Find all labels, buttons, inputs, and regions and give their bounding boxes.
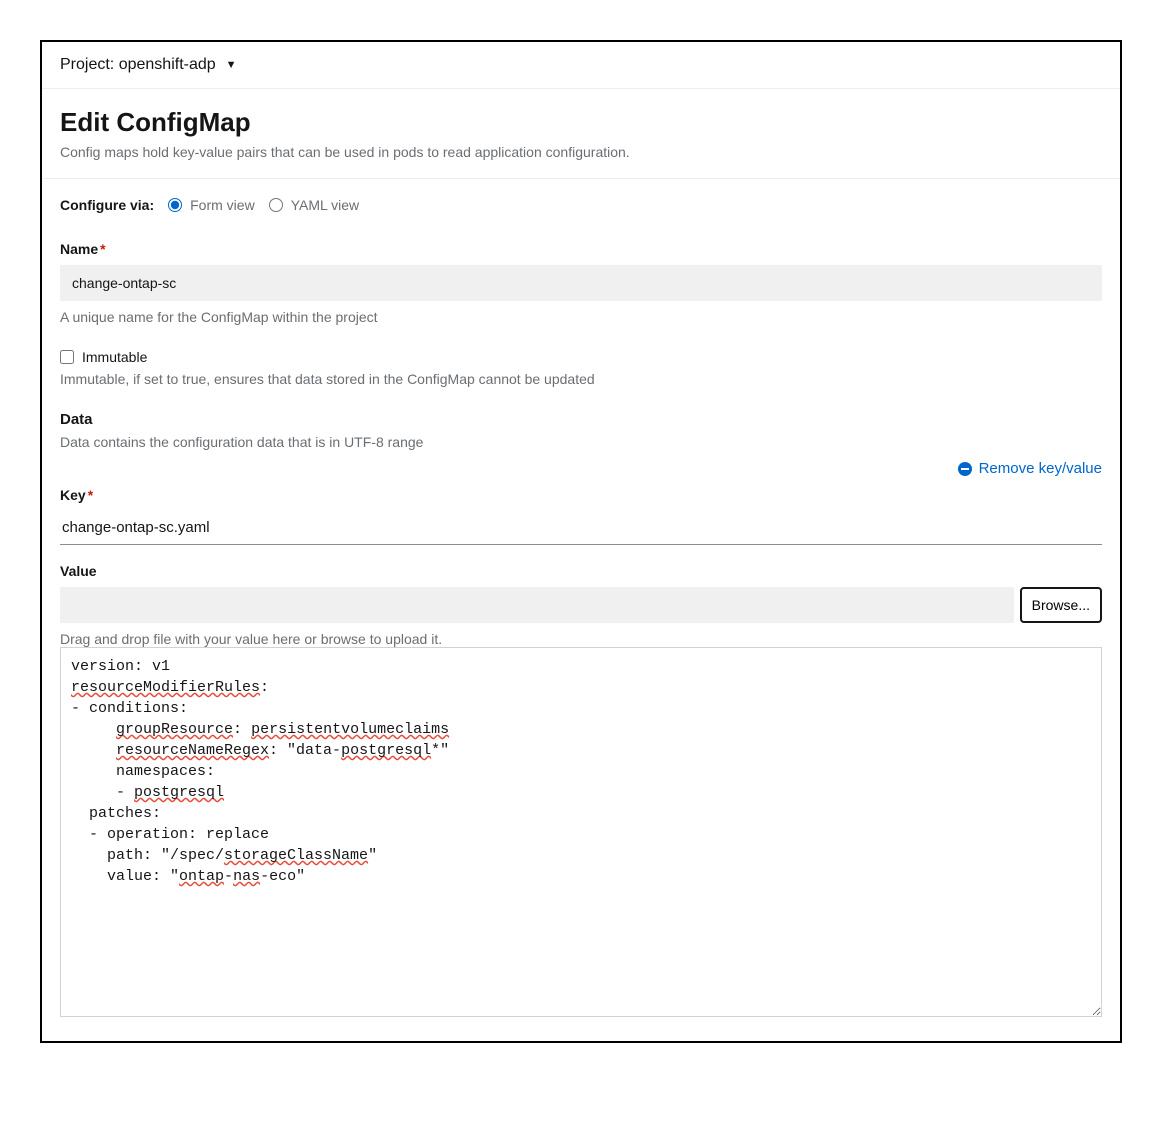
value-label: Value (60, 563, 1102, 579)
data-section: Data Data contains the configuration dat… (60, 411, 1102, 477)
name-helper: A unique name for the ConfigMap within t… (60, 309, 1102, 325)
remove-keyvalue-label: Remove key/value (979, 460, 1102, 477)
name-input[interactable] (60, 265, 1102, 301)
name-section: Name* A unique name for the ConfigMap wi… (60, 241, 1102, 325)
main-content: Edit ConfigMap Config maps hold key-valu… (42, 89, 1120, 1041)
value-section: Value Browse... Drag and drop file with … (60, 563, 1102, 1017)
caret-down-icon: ▼ (226, 59, 237, 71)
required-indicator: * (88, 487, 93, 503)
key-section: Key* (60, 487, 1102, 545)
page-description: Config maps hold key-value pairs that ca… (60, 144, 1102, 160)
project-prefix: Project: (60, 56, 114, 74)
divider (42, 178, 1120, 179)
project-selector-bar: Project: openshift-adp ▼ (42, 42, 1120, 89)
browse-button[interactable]: Browse... (1020, 587, 1102, 623)
configure-via-label: Configure via: (60, 197, 154, 213)
remove-keyvalue-button[interactable]: Remove key/value (957, 460, 1102, 477)
configure-via-row: Configure via: Form view YAML view (60, 193, 1102, 213)
value-textarea[interactable]: version: v1 resourceModifierRules: - con… (60, 647, 1102, 1017)
name-label: Name* (60, 241, 1102, 257)
yaml-view-radio[interactable]: YAML view (269, 197, 359, 213)
data-section-helper: Data contains the configuration data tha… (60, 434, 1102, 450)
immutable-helper: Immutable, if set to true, ensures that … (60, 371, 1102, 387)
page-title: Edit ConfigMap (60, 107, 1102, 138)
project-dropdown[interactable]: Project: openshift-adp ▼ (60, 56, 237, 74)
required-indicator: * (100, 241, 105, 257)
key-label: Key* (60, 487, 1102, 503)
immutable-checkbox[interactable] (60, 350, 74, 364)
name-label-text: Name (60, 241, 98, 257)
minus-circle-icon (957, 461, 973, 477)
form-view-radio-input[interactable] (168, 198, 182, 212)
project-name: openshift-adp (119, 56, 216, 74)
key-input[interactable] (60, 511, 1102, 545)
form-view-label: Form view (190, 197, 255, 213)
immutable-section: Immutable Immutable, if set to true, ens… (60, 349, 1102, 387)
yaml-view-radio-input[interactable] (269, 198, 283, 212)
value-dropzone[interactable] (60, 587, 1014, 623)
data-section-label: Data (60, 411, 1102, 428)
configmap-edit-page: Project: openshift-adp ▼ Edit ConfigMap … (40, 40, 1122, 1043)
yaml-view-label: YAML view (291, 197, 359, 213)
immutable-label: Immutable (82, 349, 147, 365)
key-label-text: Key (60, 487, 86, 503)
value-drop-helper: Drag and drop file with your value here … (60, 631, 1102, 647)
form-view-radio[interactable]: Form view (168, 197, 255, 213)
